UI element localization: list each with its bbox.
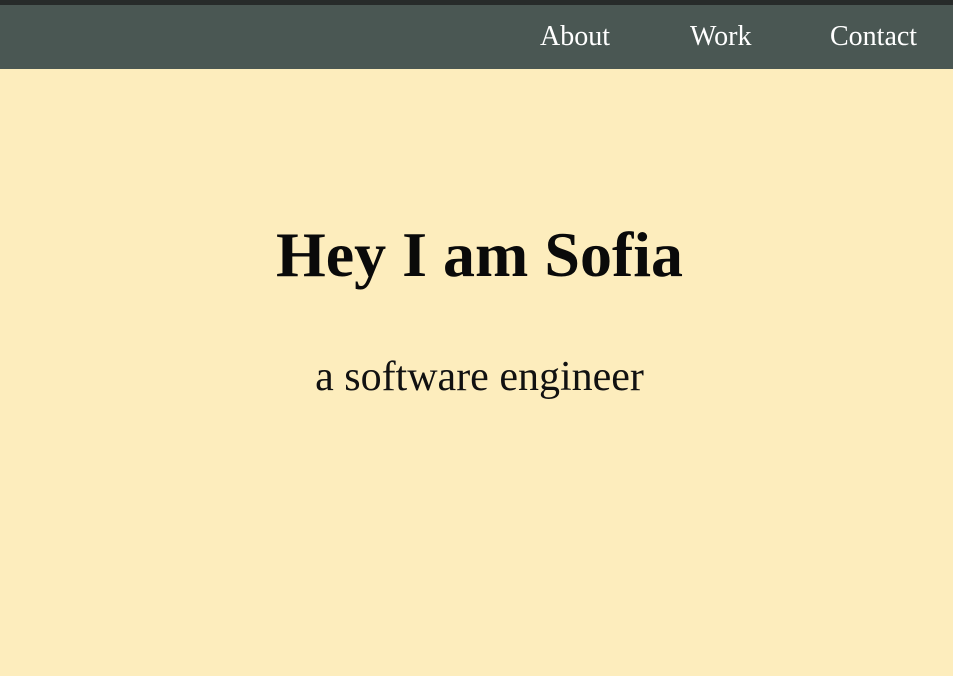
hero-subtitle: a software engineer: [315, 354, 644, 400]
hero-title: Hey I am Sofia: [275, 219, 684, 290]
nav-link-about[interactable]: About: [540, 20, 610, 54]
nav-link-contact[interactable]: Contact: [830, 20, 917, 54]
hero-section: Hey I am Sofia a software engineer: [0, 69, 953, 676]
nav-link-work[interactable]: Work: [690, 20, 752, 54]
navbar: About Work Contact: [0, 5, 953, 69]
